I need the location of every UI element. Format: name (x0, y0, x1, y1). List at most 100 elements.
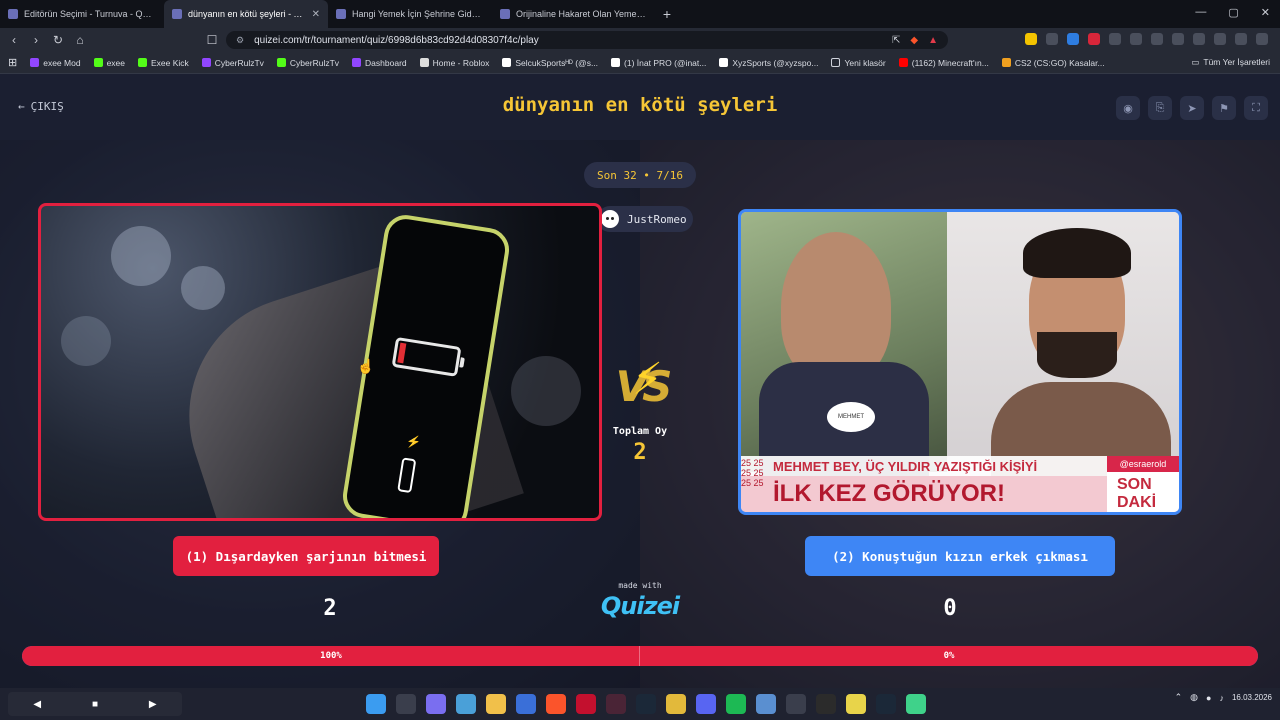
url-field[interactable]: ⚙ quizei.com/tr/tournament/quiz/6998d6b8… (226, 31, 948, 49)
opera-icon[interactable] (576, 694, 596, 714)
extension-icon[interactable] (1088, 33, 1100, 45)
bookmark-item[interactable]: exee Mod (30, 58, 81, 68)
browser-tab-bar: Editörün Seçimi - Turnuva - Quizei dünya… (0, 0, 1280, 28)
url-actions: ⇱ ◆ ▲ (892, 35, 938, 46)
bookmark-item[interactable]: CyberRulzTv (201, 58, 264, 68)
extension-icon[interactable] (1067, 33, 1079, 45)
forward-icon[interactable]: › (26, 33, 46, 47)
file-explorer-icon[interactable] (486, 694, 506, 714)
young-man-beard (1037, 332, 1117, 378)
minimize-icon[interactable]: — (1195, 6, 1206, 19)
extension-icon[interactable] (1025, 33, 1037, 45)
option-left-button[interactable]: (1) Dışardayken şarjının bitmesi (173, 536, 439, 576)
music-icon[interactable] (1151, 33, 1163, 45)
option-right-button[interactable]: (2) Konuştuğun kızın erkek çıkması (805, 536, 1115, 576)
app-icon[interactable] (816, 694, 836, 714)
wallet-icon[interactable] (1193, 33, 1205, 45)
media-controls: ◀ ■ ▶ (8, 692, 182, 716)
quizei-logo[interactable]: Quizei (590, 592, 690, 620)
spotify-icon[interactable] (726, 694, 746, 714)
discord-icon[interactable] (696, 694, 716, 714)
microphone-icon[interactable]: ● (1206, 693, 1211, 703)
chrome-icon[interactable] (666, 694, 686, 714)
previous-icon[interactable]: ◀ (33, 699, 41, 710)
brave-icon[interactable] (546, 694, 566, 714)
app-icon[interactable] (606, 694, 626, 714)
twitch-icon (352, 58, 362, 67)
bookmark-item[interactable]: (1162) Minecraft'ın... (898, 58, 989, 68)
ai-icon[interactable] (1214, 33, 1226, 45)
url-text: quizei.com/tr/tournament/quiz/6998d6b83c… (254, 34, 539, 46)
clock[interactable]: 16.03.2026 (1232, 693, 1272, 703)
home-icon[interactable]: ⌂ (70, 33, 90, 47)
sidebar-icon[interactable] (1172, 33, 1184, 45)
apps-icon[interactable]: ⊞ (8, 56, 17, 69)
brave-rewards-icon[interactable]: ▲ (928, 35, 938, 46)
stop-icon[interactable]: ■ (92, 699, 98, 710)
maximize-icon[interactable]: ▢ (1228, 6, 1238, 19)
cs2-icon (1001, 58, 1011, 67)
share-icon[interactable]: ⇱ (892, 35, 900, 46)
mouse-cursor-icon: ☝ (357, 358, 375, 374)
menu-icon[interactable] (1256, 33, 1268, 45)
fullscreen-icon[interactable]: ⛶ (1244, 96, 1268, 120)
windows-start-icon[interactable] (366, 694, 386, 714)
tv-corner-label: SON DAKİ (1107, 472, 1179, 512)
network-icon[interactable]: ◍ (1190, 692, 1198, 703)
bookmark-item[interactable]: Home - Roblox (419, 58, 489, 68)
quizei-favicon-icon (8, 9, 18, 19)
bookmark-item[interactable]: (1) İnat PRO (@inat... (611, 58, 706, 68)
bookmark-item[interactable]: Exee Kick (138, 58, 189, 68)
bookmark-item[interactable]: exee (93, 58, 125, 68)
volume-icon[interactable]: ♪ (1219, 693, 1224, 703)
share-icon[interactable]: ⎘ (1148, 96, 1172, 120)
bookmark-item[interactable]: Dashboard (352, 58, 407, 68)
search-icon[interactable] (396, 694, 416, 714)
option-right-image[interactable]: MEHMET MEHMET BEY, ÜÇ YILDIR YAZIŞTIĞI K… (738, 209, 1182, 515)
bookmark-item[interactable]: CS2 (CS:GO) Kasalar... (1001, 58, 1105, 68)
bookmark-item[interactable]: SelcukSportsᴴᴰ (@s... (502, 58, 598, 68)
flag-icon[interactable]: ⚑ (1212, 96, 1236, 120)
new-tab-icon[interactable]: + (656, 6, 678, 22)
vpn-icon[interactable] (1235, 33, 1247, 45)
brave-shield-icon[interactable]: ◆ (910, 35, 918, 46)
photos-icon[interactable] (456, 694, 476, 714)
quizei-favicon-icon (172, 9, 182, 19)
option-left-image[interactable]: ⚡ ☝ (38, 203, 602, 521)
app-icon[interactable] (756, 694, 776, 714)
steam-icon[interactable] (876, 694, 896, 714)
browser-tab-1[interactable]: Editörün Seçimi - Turnuva - Quizei (0, 0, 164, 28)
copilot-icon[interactable] (426, 694, 446, 714)
browser-tab-title: dünyanın en kötü şeyleri - Tier Li (188, 9, 306, 19)
steam-icon[interactable] (636, 694, 656, 714)
reload-icon[interactable]: ↻ (48, 33, 68, 47)
site-info-icon[interactable]: ⚙ (236, 35, 244, 46)
store-icon[interactable] (516, 694, 536, 714)
app-icon[interactable] (786, 694, 806, 714)
lightning-icon: ⚡ (632, 354, 663, 405)
app-icon[interactable] (846, 694, 866, 714)
play-icon[interactable]: ▶ (149, 699, 157, 710)
all-bookmarks[interactable]: ▭ Tüm Yer İşaretleri (1191, 57, 1270, 68)
bookmark-item[interactable]: Yeni klasör (831, 58, 886, 68)
browser-tab-2[interactable]: dünyanın en kötü şeyleri - Tier Li ✕ (164, 0, 328, 28)
bookmark-icon[interactable]: ☐ (202, 33, 222, 47)
roblox-icon (419, 58, 429, 67)
close-window-icon[interactable]: ✕ (1261, 6, 1270, 19)
eye-icon[interactable]: ◉ (1116, 96, 1140, 120)
close-tab-icon[interactable]: ✕ (312, 9, 320, 20)
bookmark-item[interactable]: CyberRulzTv (276, 58, 339, 68)
extension-icon[interactable] (1046, 33, 1058, 45)
x-icon (502, 58, 512, 67)
app-icon[interactable] (906, 694, 926, 714)
browser-tab-4[interactable]: Orijinaline Hakaret Olan Yemek - Tie (492, 0, 656, 28)
browser-tab-title: Hangi Yemek İçin Şehrine Gidersin? - (352, 9, 484, 19)
back-icon[interactable]: ‹ (4, 33, 24, 47)
quiz-header: ← ÇIKIŞ dünyanın en kötü şeyleri ◉ ⎘ ➤ ⚑… (0, 74, 1280, 140)
browser-tab-3[interactable]: Hangi Yemek İçin Şehrine Gidersin? - (328, 0, 492, 28)
bookmark-item[interactable]: XyzSports (@xyzspo... (719, 58, 818, 68)
extension-icon[interactable] (1109, 33, 1121, 45)
extension-icon[interactable] (1130, 33, 1142, 45)
send-icon[interactable]: ➤ (1180, 96, 1204, 120)
chevron-up-icon[interactable]: ⌃ (1175, 692, 1183, 703)
